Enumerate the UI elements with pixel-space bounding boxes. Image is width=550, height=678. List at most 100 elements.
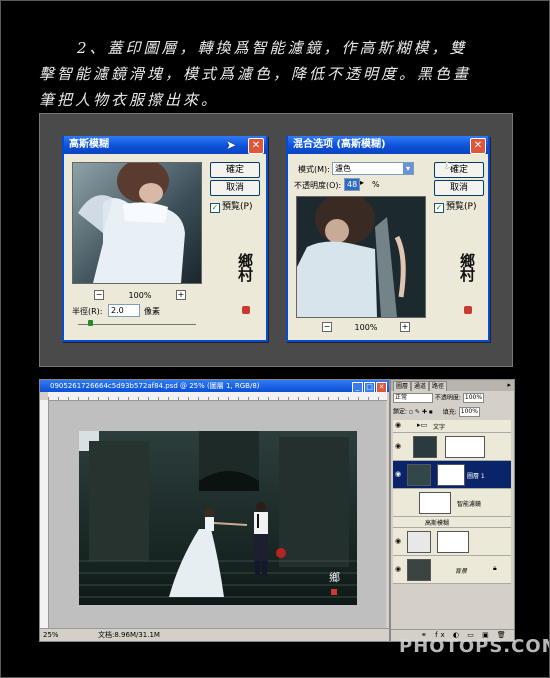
panel-menu-icon[interactable]: ▸ [507, 381, 511, 389]
site-watermark: PHOTOPS.COM [399, 636, 550, 657]
document-size-status[interactable]: 文档:8.96M/31.1M [98, 629, 160, 641]
gaussian-zoom-level: 100% [128, 290, 152, 300]
vertical-ruler [40, 400, 49, 628]
dialogs-panel: 高斯模糊 ✕ 確定 取消 ✓ 預覧(P) − 100% + 半徑(R): 2.0… [39, 113, 513, 367]
blend-mode-select[interactable]: 正常 [393, 393, 433, 403]
layer-thumbnail [413, 436, 437, 458]
zoom-in-icon[interactable]: + [175, 290, 186, 300]
blend-preview-label: 預覧(P) [446, 202, 477, 212]
adjustment-layer-item[interactable]: ◉ [393, 528, 511, 556]
opacity-label: 不透明度(O): [294, 181, 342, 190]
close-icon[interactable]: ✕ [470, 138, 486, 154]
mask-thumbnail [437, 531, 469, 553]
instruction-text: 2、蓋印圖層，轉換爲智能濾鏡，作高斯糊模，雙 擊智能濾鏡滑塊，模式爲濾色，降低不… [39, 35, 519, 113]
chevron-down-icon: ▾ [403, 163, 413, 174]
blend-preview-image [296, 196, 426, 318]
mask-thumbnail [437, 464, 465, 486]
lock-icon: 🔒︎ [493, 564, 497, 572]
mode-value: 濾色 [335, 164, 351, 173]
layer-name: 文字 [433, 424, 446, 431]
mode-label: 模式(M): [298, 165, 330, 174]
lock-icon[interactable]: ▫ ✎ ✚ ▪ [409, 409, 433, 416]
smart-filter-mask-thumbnail [419, 492, 451, 514]
radius-slider-thumb[interactable] [88, 320, 93, 326]
blend-cancel-button[interactable]: 取消 [434, 180, 484, 196]
zoom-in-icon[interactable]: + [399, 322, 410, 332]
opacity-unit: % [372, 180, 380, 189]
blend-ok-button[interactable]: 確定 [434, 162, 484, 178]
tutorial-frame: 2、蓋印圖層，轉換爲智能濾鏡，作高斯糊模，雙 擊智能濾鏡滑塊，模式爲濾色，降低不… [0, 0, 550, 678]
cursor-icon: ➤ [444, 158, 455, 172]
layer-thumbnail [407, 559, 431, 581]
status-bar: 25% 文档:8.96M/31.1M [40, 628, 389, 641]
instruction-line-3: 筆把人物衣服擦出來。 [39, 91, 220, 109]
gaussian-filter-item[interactable]: 高斯模糊 [393, 517, 511, 528]
tab-channels[interactable]: 通道 [411, 381, 430, 391]
eye-icon[interactable]: ◉ [395, 537, 401, 545]
gaussian-preview-checkbox[interactable]: ✓ 預覧(P) [210, 199, 252, 213]
gaussian-cancel-button[interactable]: 取消 [210, 180, 260, 196]
opacity-input[interactable]: 48 [344, 178, 360, 191]
svg-text:鄉: 鄉 [329, 571, 340, 584]
lock-fill-row: 鎖定: ▫ ✎ ✚ ▪ 填充: 100% [393, 407, 511, 417]
eye-icon[interactable]: ◉ [395, 565, 401, 573]
mode-select[interactable]: 濾色 ▾ [332, 162, 414, 175]
instruction-line-2: 擊智能濾鏡滑塊，模式爲濾色，降低不透明度。黑色畫 [39, 65, 472, 83]
layer-1-selected[interactable]: ◉ 圖層 1 [393, 461, 511, 489]
photoshop-document-window: 0905261726664c5d93b572af84.psd @ 25% (圖層… [39, 379, 390, 642]
gaussian-zoom-controls: − 100% + [94, 290, 186, 300]
eye-icon[interactable]: ◉ [395, 442, 401, 450]
document-title-bar: 0905261726664c5d93b572af84.psd @ 25% (圖層… [40, 380, 389, 393]
document-canvas[interactable]: 鄉 [49, 401, 386, 628]
radius-slider[interactable] [78, 324, 196, 325]
radius-unit: 像素 [144, 307, 160, 316]
gaussian-title-text: 高斯模糊 [69, 139, 109, 150]
gaussian-preview-label: 預覧(P) [222, 202, 253, 212]
gaussian-ok-button[interactable]: 確定 [210, 162, 260, 178]
fill-input[interactable]: 100% [458, 407, 480, 417]
blend-zoom-controls: − 100% + [322, 322, 410, 332]
smart-filters-item[interactable]: 智能濾鏡 [393, 489, 511, 517]
layer-name: 智能濾鏡 [457, 501, 482, 508]
blend-mode-value: 正常 [395, 394, 408, 401]
zoom-out-icon[interactable]: − [94, 290, 104, 300]
layer-thumbnail [407, 531, 431, 553]
layer-mask-item[interactable]: ◉ [393, 433, 511, 461]
layer-group-text[interactable]: ◉ ▸▭ 文字 [393, 420, 511, 433]
blend-preview-checkbox[interactable]: ✓ 預覧(P) [434, 199, 476, 213]
background-layer-item[interactable]: ◉ 背景 🔒︎ [393, 556, 511, 584]
radius-input[interactable]: 2.0 [108, 304, 140, 317]
checkmark-icon: ✓ [210, 203, 220, 213]
layers-panel-tabs: 圖層 通道 路徑 ▸ [391, 380, 514, 391]
document-title: 0905261726664c5d93b572af84.psd @ 25% (圖層… [50, 382, 260, 390]
checkmark-icon: ✓ [434, 203, 444, 213]
zoom-out-icon[interactable]: − [322, 322, 332, 332]
bride-photo-screen [297, 197, 425, 317]
eye-icon[interactable]: ◉ [395, 470, 401, 478]
cursor-icon: ➤ [226, 138, 237, 152]
layer-name: 背景 [455, 568, 468, 575]
layers-panel: 圖層 通道 路徑 ▸ 正常 不透明度: 100% 鎖定: ▫ ✎ ✚ ▪ 填充:… [390, 379, 515, 642]
close-icon[interactable]: ✕ [248, 138, 264, 154]
gaussian-preview-image [72, 162, 202, 284]
fill-label: 填充: [442, 408, 457, 416]
blend-title-text: 混合选项 (高斯模糊) [293, 139, 386, 150]
folder-icon: ▸▭ [417, 421, 428, 429]
layer-name: 高斯模糊 [425, 520, 450, 527]
gaussian-blur-dialog: 高斯模糊 ✕ 確定 取消 ✓ 預覧(P) − 100% + 半徑(R): 2.0… [62, 136, 268, 342]
blend-dialog-title: 混合选项 (高斯模糊) ✕ [288, 136, 488, 154]
eye-icon[interactable]: ◉ [395, 421, 401, 429]
tab-paths[interactable]: 路徑 [429, 381, 448, 391]
wedding-photo: 鄉 [79, 431, 357, 605]
stepper-icon[interactable]: ▸ [360, 178, 364, 187]
zoom-status[interactable]: 25% [43, 629, 59, 641]
blend-zoom-level: 100% [354, 322, 378, 332]
layer-name: 圖層 1 [467, 473, 485, 480]
red-seal-stamp [464, 306, 472, 314]
calligraphy-signature: 鄉村 [238, 252, 254, 284]
blend-options-dialog: 混合选项 (高斯模糊) ✕ 模式(M): 濾色 ▾ 不透明度(O): 48 ▸ … [286, 136, 490, 342]
calligraphy-signature: 鄉村 [460, 252, 476, 284]
horizontal-ruler [48, 392, 387, 401]
tab-layers[interactable]: 圖層 [393, 381, 412, 391]
layer-opacity-input[interactable]: 100% [462, 393, 485, 403]
